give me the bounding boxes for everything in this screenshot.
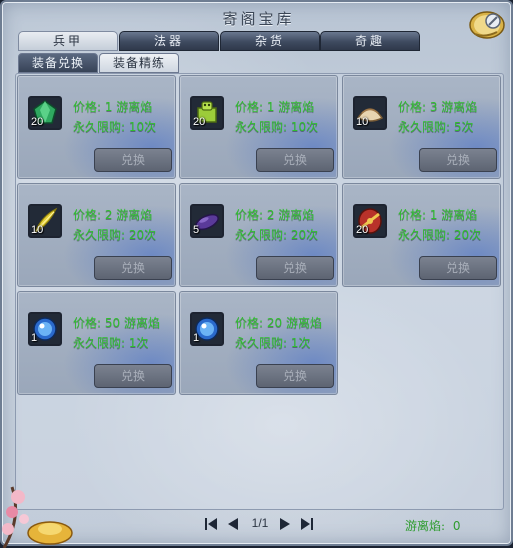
item-price: 价格: 1 游离焰 <box>398 208 478 222</box>
item-limit: 永久限购: 10次 <box>235 120 319 134</box>
redeem-button[interactable]: 兑换 <box>256 256 334 280</box>
item-card: 20 价格: 1 游离焰 永久限购: 10次 兑换 <box>17 75 176 179</box>
item-icon-slot[interactable]: 10 <box>28 204 62 238</box>
item-card: 1 价格: 50 游离焰 永久限购: 1次 兑换 <box>17 291 176 395</box>
item-quantity: 20 <box>193 116 206 128</box>
item-icon-slot[interactable]: 10 <box>353 96 387 130</box>
close-icon <box>469 11 505 39</box>
item-price: 价格: 2 游离焰 <box>235 208 315 222</box>
item-card: 20 价格: 1 游离焰 永久限购: 20次 兑换 <box>342 183 501 287</box>
currency-label: 游离焰: <box>405 519 446 533</box>
item-icon-slot[interactable]: 20 <box>28 96 62 130</box>
next-page-icon[interactable] <box>277 516 293 532</box>
item-price: 价格: 1 游离焰 <box>73 100 153 114</box>
item-quantity: 5 <box>193 224 200 236</box>
redeem-button[interactable]: 兑换 <box>94 256 172 280</box>
item-quantity: 20 <box>356 224 369 236</box>
item-icon-slot[interactable]: 1 <box>28 312 62 346</box>
item-limit: 永久限购: 1次 <box>235 336 311 350</box>
item-quantity: 10 <box>356 116 369 128</box>
plum-blossom-decoration <box>2 486 73 548</box>
item-limit: 永久限购: 1次 <box>73 336 149 350</box>
redeem-button[interactable]: 兑换 <box>256 148 334 172</box>
prev-page-icon[interactable] <box>225 516 241 532</box>
last-page-icon[interactable] <box>299 516 315 532</box>
subtab-equipment-refine[interactable]: 装备精练 <box>99 53 179 73</box>
item-icon-slot[interactable]: 5 <box>190 204 224 238</box>
currency-balance: 游离焰: 0 <box>405 517 461 534</box>
item-limit: 永久限购: 10次 <box>73 120 157 134</box>
item-card: 20 价格: 1 游离焰 永久限购: 10次 兑换 <box>179 75 338 179</box>
item-quantity: 10 <box>31 224 44 236</box>
close-button[interactable] <box>465 8 505 40</box>
redeem-button[interactable]: 兑换 <box>419 256 497 280</box>
item-price: 价格: 20 游离焰 <box>235 316 322 330</box>
item-icon-slot[interactable]: 20 <box>190 96 224 130</box>
item-card: 1 价格: 20 游离焰 永久限购: 1次 兑换 <box>179 291 338 395</box>
item-price: 价格: 1 游离焰 <box>235 100 315 114</box>
item-limit: 永久限购: 5次 <box>398 120 474 134</box>
item-quantity: 1 <box>31 332 38 344</box>
item-limit: 永久限购: 20次 <box>235 228 319 242</box>
subtab-equipment-exchange[interactable]: 装备兑换 <box>18 53 98 73</box>
item-price: 价格: 2 游离焰 <box>73 208 153 222</box>
item-price: 价格: 3 游离焰 <box>398 100 478 114</box>
first-page-icon[interactable] <box>203 516 219 532</box>
item-icon-slot[interactable]: 1 <box>190 312 224 346</box>
item-limit: 永久限购: 20次 <box>398 228 482 242</box>
tab-curiosities[interactable]: 奇趣 <box>320 31 420 51</box>
item-price: 价格: 50 游离焰 <box>73 316 160 330</box>
item-card: 5 价格: 2 游离焰 永久限购: 20次 兑换 <box>179 183 338 287</box>
redeem-button[interactable]: 兑换 <box>94 364 172 388</box>
pagination: 1/1 <box>203 514 315 534</box>
item-icon-slot[interactable]: 20 <box>353 204 387 238</box>
item-grid: 20 价格: 1 游离焰 永久限购: 10次 兑换 20 价格: 1 游离焰 永… <box>15 73 504 510</box>
item-limit: 永久限购: 20次 <box>73 228 157 242</box>
tab-misc[interactable]: 杂货 <box>220 31 320 51</box>
redeem-button[interactable]: 兑换 <box>419 148 497 172</box>
tab-artifacts[interactable]: 法器 <box>119 31 219 51</box>
treasury-window: 寄阁宝库 兵甲 法器 杂货 奇趣 装备兑换 装备精练 20 价格: 1 游离焰 … <box>0 0 513 548</box>
redeem-button[interactable]: 兑换 <box>94 148 172 172</box>
item-quantity: 20 <box>31 116 44 128</box>
tab-weapons[interactable]: 兵甲 <box>18 31 118 51</box>
item-quantity: 1 <box>193 332 200 344</box>
redeem-button[interactable]: 兑换 <box>256 364 334 388</box>
item-card: 10 价格: 2 游离焰 永久限购: 20次 兑换 <box>17 183 176 287</box>
item-card: 10 价格: 3 游离焰 永久限购: 5次 兑换 <box>342 75 501 179</box>
window-title: 寄阁宝库 <box>222 10 295 28</box>
title-bar: 寄阁宝库 <box>2 2 513 39</box>
currency-value: 0 <box>452 519 461 533</box>
page-indicator: 1/1 <box>251 516 269 530</box>
